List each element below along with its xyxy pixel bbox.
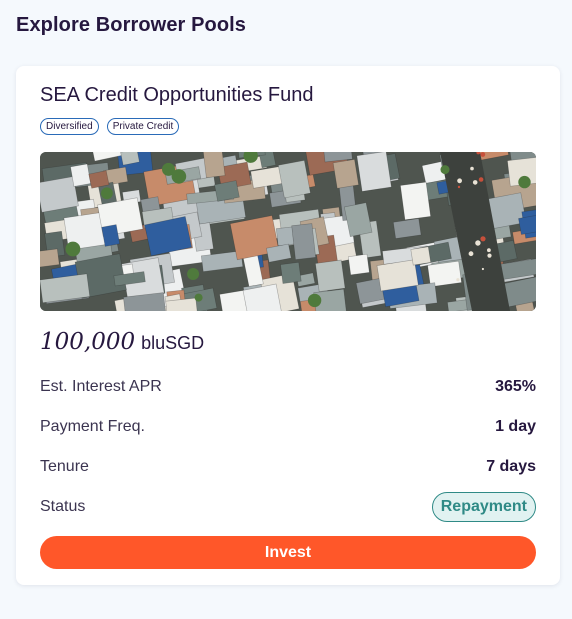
status-badge: Repayment bbox=[431, 492, 536, 522]
detail-row-payment-freq: Payment Freq. 1 day bbox=[40, 415, 536, 439]
tenure-value: 7 days bbox=[486, 458, 536, 475]
status-label: Status bbox=[40, 498, 86, 515]
pool-tags: Diversified Private Credit bbox=[40, 118, 180, 135]
payment-freq-value: 1 day bbox=[495, 418, 536, 435]
detail-row-apr: Est. Interest APR 365% bbox=[40, 375, 536, 399]
apr-value: 365% bbox=[495, 378, 536, 395]
pool-image bbox=[40, 152, 536, 311]
pool-card[interactable]: SEA Credit Opportunities Fund Diversifie… bbox=[16, 66, 560, 585]
page-title: Explore Borrower Pools bbox=[16, 14, 247, 36]
pool-amount: 100,000 bluSGD bbox=[40, 329, 204, 355]
amount-value: 100,000 bbox=[40, 329, 136, 355]
detail-row-tenure: Tenure 7 days bbox=[40, 455, 536, 479]
aerial-rooftops-image bbox=[40, 152, 536, 311]
tag-diversified: Diversified bbox=[40, 118, 99, 135]
invest-button[interactable]: Invest bbox=[40, 536, 536, 569]
pool-name: SEA Credit Opportunities Fund bbox=[40, 84, 314, 106]
payment-freq-label: Payment Freq. bbox=[40, 418, 145, 435]
apr-label: Est. Interest APR bbox=[40, 378, 162, 395]
tenure-label: Tenure bbox=[40, 458, 89, 475]
tag-private-credit: Private Credit bbox=[106, 118, 180, 135]
detail-row-status: Status Repayment bbox=[40, 492, 536, 522]
amount-currency: bluSGD bbox=[141, 333, 205, 353]
